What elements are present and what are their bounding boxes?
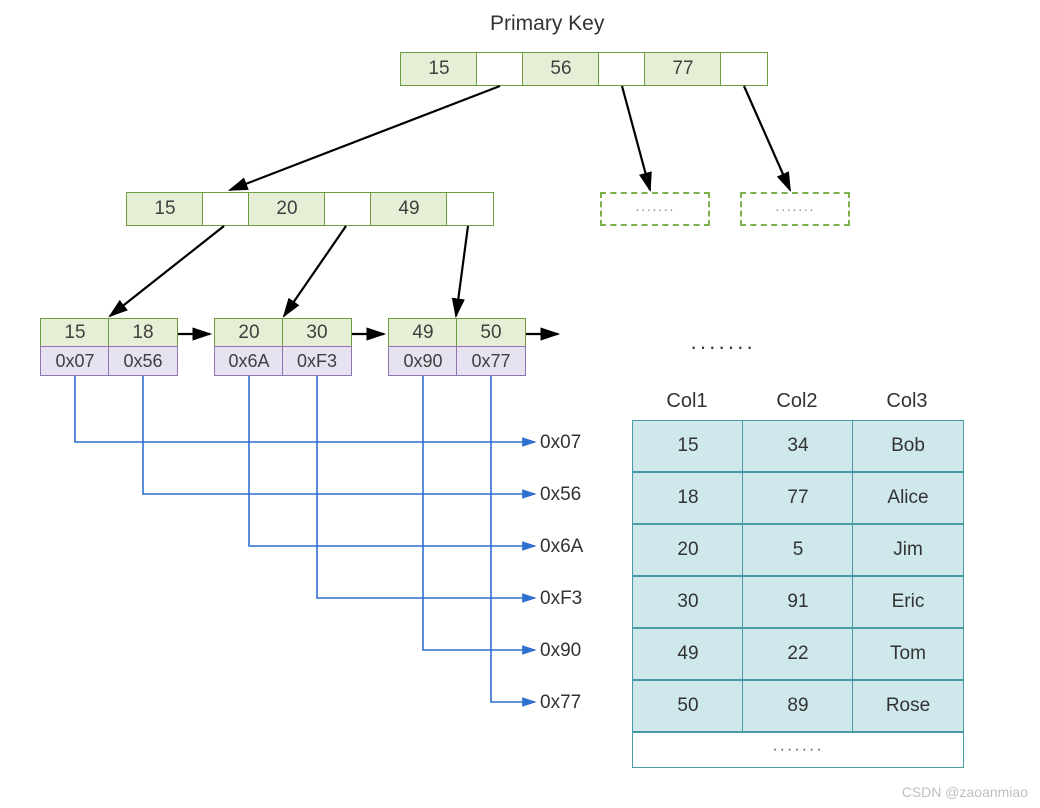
connectors	[0, 0, 1040, 808]
watermark: CSDN @zaoanmiao	[902, 784, 1028, 800]
